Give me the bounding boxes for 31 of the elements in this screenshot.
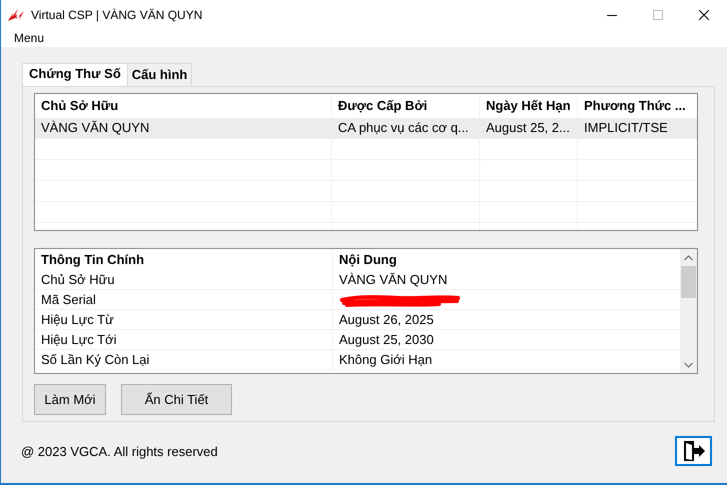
copyright-text: @ 2023 VGCA. All rights reserved <box>21 444 218 458</box>
table-cell-text: IMPLICIT/TSE <box>583 119 669 137</box>
column-header[interactable]: Nội Dung <box>333 249 680 270</box>
column-header[interactable]: Thông Tin Chính <box>35 249 333 270</box>
table-cell: Số Lần Ký Còn Lại <box>35 350 333 369</box>
close-icon <box>699 10 709 20</box>
table-cell-text: VÀNG VĂN QUYN <box>338 271 448 289</box>
selected-row-highlight[interactable]: VÀNG VĂN QUYN CA phục vụ các cơ q... August 25, 2... IMPLICIT/TSE <box>35 118 697 138</box>
table-cell-text: August 26, 2025 <box>338 311 435 329</box>
table-cell: Mã Serial <box>35 290 333 309</box>
table-cell: CA phục vụ các cơ q... <box>332 118 480 138</box>
button[interactable]: Làm Mới <box>34 384 106 415</box>
window-title: Virtual CSP | VÀNG VĂN QUYN <box>31 8 202 22</box>
button[interactable]: Ẩn Chi Tiết <box>121 384 232 415</box>
table-cell: Chủ Sở Hữu <box>35 270 333 289</box>
table-cell-text: Không Giới Hạn <box>338 351 434 369</box>
maximize-icon <box>653 10 663 20</box>
scrollbar[interactable] <box>680 249 697 373</box>
scroll-thumb[interactable] <box>681 266 696 298</box>
table-cell-text: August 25, 2030 <box>338 331 435 349</box>
tab[interactable]: Chứng Thư Số <box>22 63 128 86</box>
logo-icon <box>7 8 25 22</box>
table-cell: VÀNG VĂN QUYN <box>35 118 332 138</box>
table-cell: August 25, 2... <box>480 118 578 138</box>
table-cell: Hiệu Lực Từ <box>35 310 333 329</box>
column-header[interactable]: Phương Thức ... <box>578 94 696 118</box>
exit-door-icon <box>682 440 706 462</box>
exit-button[interactable] <box>675 436 712 466</box>
tab[interactable]: Cấu hình <box>126 63 192 86</box>
table-cell: Hiệu Lực Tới <box>35 330 333 349</box>
menu-item[interactable]: Menu <box>12 31 46 45</box>
